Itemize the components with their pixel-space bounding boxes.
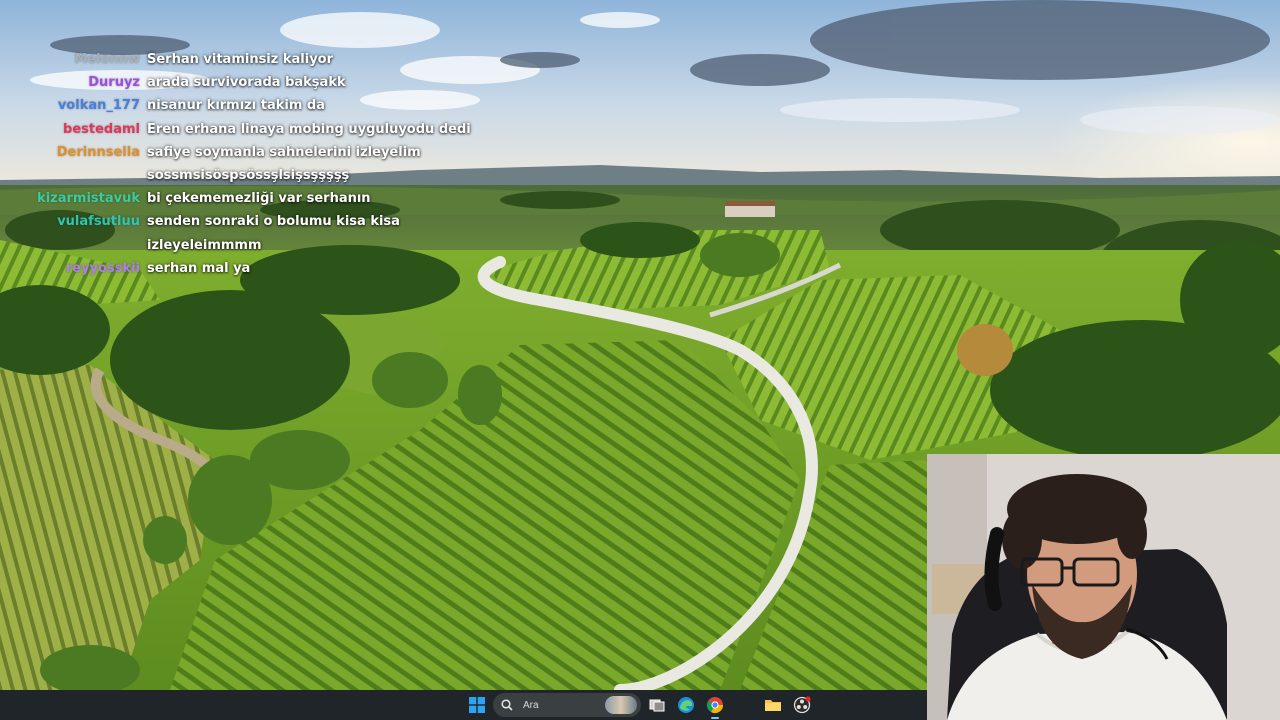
chat-username: Melonnw xyxy=(74,52,140,67)
chat-username: volkan_177 xyxy=(57,98,140,114)
chat-username: reyyosskii xyxy=(65,260,140,276)
chat-text: Eren erhana linaya mobing uyguluyodu ded… xyxy=(147,121,471,137)
obs-record-icon xyxy=(793,696,811,714)
file-explorer-button[interactable] xyxy=(761,693,785,717)
taskbar: Ara xyxy=(0,690,927,720)
chat-text: bi çekememezliği var serhanın xyxy=(147,191,371,207)
chat-text: arada survivorada bakşakk xyxy=(147,75,346,91)
chat-message: vulafsutluu senden sonraki o bolumu kisa… xyxy=(0,210,470,233)
chat-message: bestedaml Eren erhana linaya mobing uygu… xyxy=(0,118,471,141)
webcam-feed xyxy=(927,454,1280,720)
chat-message: kizarmistavuk bi çekememezliği var serha… xyxy=(0,187,470,210)
chat-message: Duruyz arada survivorada bakşakk xyxy=(0,71,470,94)
chat-text: Serhan vitaminsiz kaliyor xyxy=(147,52,334,67)
taskbar-search-box[interactable]: Ara xyxy=(493,693,641,717)
edge-browser-icon xyxy=(678,697,694,713)
search-placeholder: Ara xyxy=(523,699,539,711)
chat-text: sossmsisöspsössşlsişsşşşşş xyxy=(147,167,350,183)
active-app-indicator xyxy=(711,717,719,719)
chat-message-continuation: sossmsisöspsössşlsişsşşşşş xyxy=(0,164,470,187)
chrome-browser-icon xyxy=(706,697,724,714)
chat-username: Derinnsella xyxy=(56,144,140,160)
chat-username: Duruyz xyxy=(88,75,140,91)
chat-message-continuation: izleyeleimmmm xyxy=(0,234,470,257)
chrome-taskbar-button[interactable] xyxy=(703,693,727,719)
start-button[interactable] xyxy=(465,693,489,717)
chat-text: senden sonraki o bolumu kisa kisa xyxy=(147,214,400,230)
chat-text: serhan mal ya xyxy=(147,260,251,276)
obs-taskbar-button[interactable] xyxy=(790,693,814,717)
folder-icon xyxy=(765,700,781,711)
chat-text: safiye soymanla sahnelerini izleyelim xyxy=(147,144,421,160)
search-icon xyxy=(501,699,519,711)
chat-username: bestedaml xyxy=(63,121,140,137)
task-view-button[interactable] xyxy=(645,693,669,717)
edge-taskbar-button[interactable] xyxy=(674,693,698,717)
stream-chat-overlay: Melonnw Serhan vitaminsiz kaliyor Duruyz… xyxy=(0,48,471,280)
chat-message: reyyosskii serhan mal ya xyxy=(0,257,470,280)
chat-message: volkan_177 nisanur kırmızı takim da xyxy=(0,94,470,117)
chat-message: Derinnsella safiye soymanla sahnelerini … xyxy=(0,141,470,164)
chat-message: Melonnw Serhan vitaminsiz kaliyor xyxy=(0,48,470,71)
windows-logo-icon xyxy=(469,697,485,713)
chat-username: kizarmistavuk xyxy=(37,191,140,207)
chat-text: izleyeleimmmm xyxy=(147,237,262,253)
chat-username: vulafsutluu xyxy=(57,214,140,230)
search-highlight-image xyxy=(605,696,637,714)
chat-text: nisanur kırmızı takim da xyxy=(147,98,325,114)
task-view-icon xyxy=(649,699,665,712)
